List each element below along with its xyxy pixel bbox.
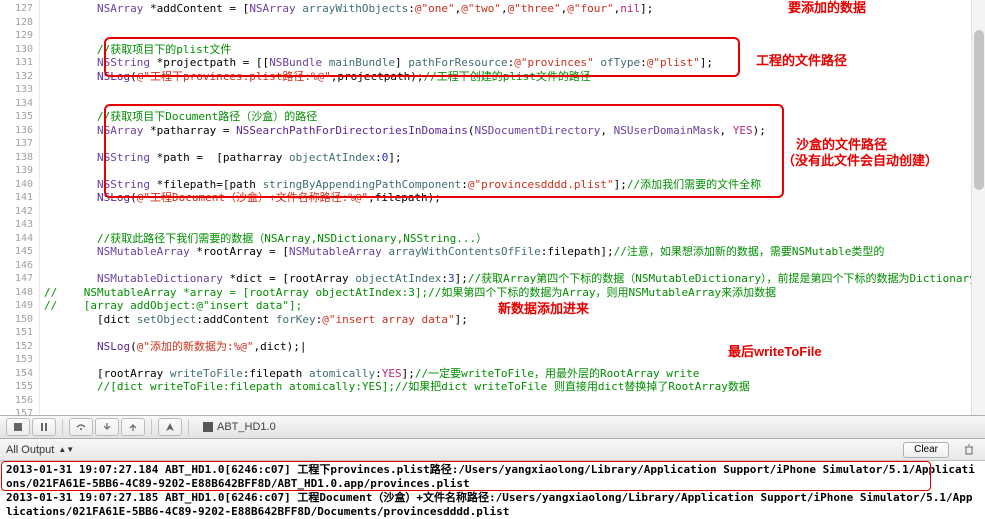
code-line[interactable] (44, 29, 985, 43)
line-number: 130 (0, 43, 33, 57)
trash-icon[interactable] (959, 442, 979, 458)
line-number: 132 (0, 70, 33, 84)
pause-button[interactable] (32, 418, 56, 436)
line-number: 147 (0, 272, 33, 286)
line-number: 155 (0, 380, 33, 394)
code-line[interactable]: //获取此路径下我们需要的数据（NSArray,NSDictionary,NSS… (44, 232, 985, 246)
line-number: 140 (0, 178, 33, 192)
console-line: 2013-01-31 19:07:27.184 ABT_HD1.0[6246:c… (6, 463, 979, 491)
line-number-gutter: 1271281291301311321331341351361371381391… (0, 0, 40, 415)
code-line[interactable] (44, 218, 985, 232)
step-over-button[interactable] (69, 418, 93, 436)
code-line[interactable]: // NSMutableArray *array = [rootArray ob… (44, 286, 985, 300)
chevron-updown-icon: ▲▼ (58, 445, 74, 454)
line-number: 143 (0, 218, 33, 232)
code-line[interactable] (44, 394, 985, 408)
code-line[interactable] (44, 16, 985, 30)
step-out-button[interactable] (121, 418, 145, 436)
separator (62, 419, 63, 435)
line-number: 133 (0, 83, 33, 97)
line-number: 135 (0, 110, 33, 124)
code-line[interactable]: NSLog(@"工程下provinces.plist路径:%@",project… (44, 70, 985, 84)
line-number: 138 (0, 151, 33, 165)
code-line[interactable] (44, 205, 985, 219)
line-number: 136 (0, 124, 33, 138)
output-filter-dropdown[interactable]: All Output ▲▼ (6, 444, 74, 456)
scheme-label: ABT_HD1.0 (217, 421, 276, 433)
code-line[interactable]: NSMutableDictionary *dict = [rootArray o… (44, 272, 985, 286)
code-content[interactable]: NSArray *addContent = [NSArray arrayWith… (40, 0, 985, 415)
line-number: 127 (0, 2, 33, 16)
line-number: 131 (0, 56, 33, 70)
line-number: 156 (0, 394, 33, 408)
code-line[interactable]: NSMutableArray *rootArray = [NSMutableAr… (44, 245, 985, 259)
line-number: 149 (0, 299, 33, 313)
annotation-text: 要添加的数据 (788, 1, 866, 15)
line-number: 142 (0, 205, 33, 219)
line-number: 128 (0, 16, 33, 30)
separator (151, 419, 152, 435)
line-number: 154 (0, 367, 33, 381)
code-line[interactable] (44, 83, 985, 97)
step-into-button[interactable] (95, 418, 119, 436)
location-button[interactable] (158, 418, 182, 436)
line-number: 134 (0, 97, 33, 111)
code-line[interactable] (44, 97, 985, 111)
line-number: 139 (0, 164, 33, 178)
line-number: 152 (0, 340, 33, 354)
line-number: 141 (0, 191, 33, 205)
line-number: 153 (0, 353, 33, 367)
output-filter-label: All Output (6, 444, 54, 456)
code-editor[interactable]: 1271281291301311321331341351361371381391… (0, 0, 985, 415)
code-line[interactable]: [rootArray writeToFile:filepath atomical… (44, 367, 985, 381)
code-line[interactable]: //获取项目下Document路径（沙盒）的路径 (44, 110, 985, 124)
code-line[interactable]: NSArray *patharray = NSSearchPathForDire… (44, 124, 985, 138)
scheme-icon (203, 422, 213, 432)
console-line: 2013-01-31 19:07:27.185 ABT_HD1.0[6246:c… (6, 491, 979, 519)
scheme-selector[interactable]: ABT_HD1.0 (203, 421, 276, 433)
vertical-scrollbar[interactable] (971, 0, 985, 415)
line-number: 137 (0, 137, 33, 151)
code-line[interactable]: NSLog(@"工程Document（沙盒）+文件名称路径:%@",filepa… (44, 191, 985, 205)
line-number: 146 (0, 259, 33, 273)
separator (188, 419, 189, 435)
debug-toolbar: ABT_HD1.0 (0, 415, 985, 439)
annotation-text: 工程的文件路径 (756, 54, 847, 68)
annotation-text: 新数据添加进来 (498, 302, 589, 316)
line-number: 151 (0, 326, 33, 340)
annotation-text: （没有此文件会自动创建） (782, 154, 938, 168)
scroll-handle[interactable] (974, 30, 984, 190)
line-number: 129 (0, 29, 33, 43)
clear-console-button[interactable]: Clear (903, 442, 949, 458)
annotation-text: 沙盒的文件路径 (796, 138, 887, 152)
annotation-text: 最后writeToFile (728, 345, 822, 359)
console-filter-bar: All Output ▲▼ Clear (0, 439, 985, 461)
line-number: 148 (0, 286, 33, 300)
code-line[interactable]: //[dict writeToFile:filepath atomically:… (44, 380, 985, 394)
toggle-breakpoints-button[interactable] (6, 418, 30, 436)
code-line[interactable] (44, 326, 985, 340)
code-line[interactable]: NSString *filepath=[path stringByAppendi… (44, 178, 985, 192)
code-line[interactable] (44, 353, 985, 367)
debug-console[interactable]: 2013-01-31 19:07:27.184 ABT_HD1.0[6246:c… (0, 461, 985, 519)
code-line[interactable] (44, 259, 985, 273)
line-number: 150 (0, 313, 33, 327)
line-number: 144 (0, 232, 33, 246)
code-line[interactable]: NSLog(@"添加的新数据为:%@",dict);| (44, 340, 985, 354)
line-number: 145 (0, 245, 33, 259)
